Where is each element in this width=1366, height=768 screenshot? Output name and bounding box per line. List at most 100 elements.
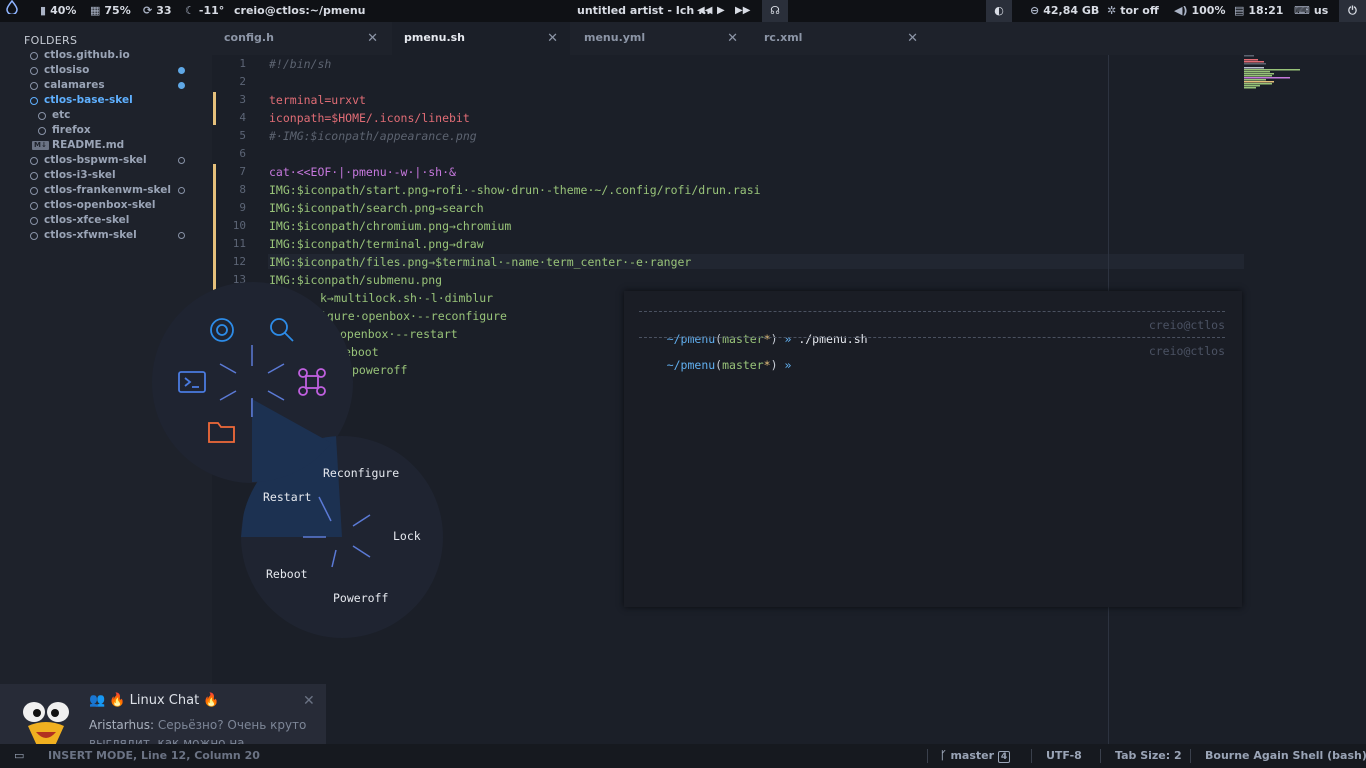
previous-track-icon[interactable]: ◀◀ xyxy=(697,0,712,22)
submenu-poweroff[interactable]: Poweroff xyxy=(333,591,388,605)
top-panel: ▮ 40% ▦ 75% ⟳ 33 ☾ -11° creio@ctlos:~/pmenu … xyxy=(0,0,1366,22)
sidebar-item-etc[interactable]: etc xyxy=(0,108,212,123)
calendar-icon: ▤ xyxy=(1234,4,1245,17)
syntax-mode[interactable]: Bourne Again Shell (bash) xyxy=(1205,749,1366,762)
submenu-reconfigure[interactable]: Reconfigure xyxy=(323,466,399,480)
submenu-reboot[interactable]: Reboot xyxy=(266,567,308,581)
status-separator xyxy=(1190,749,1191,763)
memory-indicator: ▦ 75% xyxy=(90,0,131,22)
sidebar-item-ctlos-base-skel[interactable]: ctlos-base-skel xyxy=(0,93,212,108)
sidebar-item-label: ctlos-base-skel xyxy=(44,94,133,106)
moon-icon: ☾ xyxy=(185,4,195,17)
markdown-icon: M↓ xyxy=(32,141,49,150)
close-icon[interactable]: ✕ xyxy=(303,693,315,709)
status-separator xyxy=(1031,749,1032,763)
disk-icon: ⊖ xyxy=(1030,4,1040,17)
folder-icon xyxy=(30,217,38,225)
sidebar-item-label: ctlosiso xyxy=(44,64,90,76)
sidebar-item-ctlos-i3-skel[interactable]: ctlos-i3-skel xyxy=(0,168,212,183)
clock: ▤ 18:21 xyxy=(1234,0,1283,22)
code-line[interactable]: #!/bin/sh xyxy=(269,57,331,71)
close-icon[interactable]: ✕ xyxy=(367,32,378,45)
sidebar-item-ctlosiso[interactable]: ctlosiso xyxy=(0,63,212,78)
window-title: creio@ctlos:~/pmenu xyxy=(234,4,366,17)
terminal-window[interactable]: ~/pmenu(master*) » ./pmenu.sh creio@ctlo… xyxy=(624,291,1242,607)
next-track-icon[interactable]: ▶▶ xyxy=(735,0,750,22)
theme-toggle-icon[interactable]: ◐ xyxy=(986,0,1012,22)
power-icon[interactable]: ⏻ xyxy=(1339,0,1366,22)
battery-icon: ▮ xyxy=(40,4,47,17)
submenu-restart[interactable]: Restart xyxy=(263,490,311,504)
tor-indicator[interactable]: ✲ tor off xyxy=(1107,0,1159,22)
sidebar-item-label: ctlos-xfce-skel xyxy=(44,214,130,226)
sidebar-item-ctlos-openbox-skel[interactable]: ctlos-openbox-skel xyxy=(0,198,212,213)
sidebar-item-ctlos-frankenwm-skel[interactable]: ctlos-frankenwm-skel xyxy=(0,183,212,198)
volume-indicator[interactable]: ◀) 100% xyxy=(1174,0,1225,22)
status-bar: ▭ INSERT MODE, Line 12, Column 20 ᚴ mast… xyxy=(0,744,1366,768)
close-icon[interactable]: ✕ xyxy=(547,32,558,45)
file-encoding[interactable]: UTF-8 xyxy=(1046,749,1082,762)
prompt-separator xyxy=(639,337,1225,338)
tab-size[interactable]: Tab Size: 2 xyxy=(1115,749,1182,762)
sidebar-item-ctlos-xfce-skel[interactable]: ctlos-xfce-skel xyxy=(0,213,212,228)
tab-bar: config.h ✕ pmenu.sh ✕ menu.yml ✕ rc.xml ✕ xyxy=(212,22,1366,55)
refresh-icon: ⟳ xyxy=(143,4,153,17)
terminal-line-2[interactable]: ~/pmenu(master*) » creio@ctlos xyxy=(639,344,1225,400)
code-line[interactable]: iconpath=$HOME/.icons/linebit xyxy=(269,111,470,125)
modified-dot-icon xyxy=(178,82,185,89)
sidebar-item-firefox[interactable]: firefox xyxy=(0,123,212,138)
notification-title: 👥 🔥 Linux Chat 🔥 xyxy=(89,693,220,708)
menu-drop-icon[interactable] xyxy=(6,0,18,22)
line-number: 10 xyxy=(232,219,246,232)
sidebar-item-label: firefox xyxy=(52,124,91,136)
tab-pmenu-sh[interactable]: pmenu.sh ✕ xyxy=(392,22,570,55)
code-line[interactable]: terminal=urxvt xyxy=(269,93,366,107)
close-icon[interactable]: ✕ xyxy=(907,32,918,45)
play-icon[interactable]: ▶ xyxy=(717,0,725,22)
submenu-lock[interactable]: Lock xyxy=(393,529,421,543)
sidebar-item-ctlos-github-io[interactable]: ctlos.github.io xyxy=(0,48,212,63)
chat-notification[interactable]: 👥 🔥 Linux Chat 🔥 Aristarhus: Серьёзно? О… xyxy=(0,684,326,750)
sidebar-item-readme-md[interactable]: M↓ README.md xyxy=(0,138,212,153)
panel-toggle-icon[interactable]: ▭ xyxy=(14,749,24,762)
sidebar-item-ctlos-xfwm-skel[interactable]: ctlos-xfwm-skel xyxy=(0,228,212,243)
sidebar-item-label: ctlos-i3-skel xyxy=(44,169,116,181)
memory-icon: ▦ xyxy=(90,4,101,17)
folder-icon xyxy=(30,157,38,165)
folder-icon xyxy=(30,172,38,180)
code-line[interactable]: IMG:$iconpath/files.png→$terminal·-name·… xyxy=(269,255,691,269)
minimap[interactable] xyxy=(1244,55,1304,95)
code-line[interactable]: #·IMG:$iconpath/appearance.png xyxy=(269,129,477,143)
line-number: 8 xyxy=(239,183,246,196)
git-branch[interactable]: ᚴ master 4 xyxy=(940,749,1011,763)
line-number: 11 xyxy=(232,237,246,250)
updates-indicator[interactable]: ⟳ 33 xyxy=(143,0,172,22)
line-number: 4 xyxy=(239,111,246,124)
code-line[interactable]: IMG:$iconpath/start.png→rofi·-show·drun·… xyxy=(269,183,761,197)
modified-dot-icon xyxy=(178,67,185,74)
tab-menu-yml[interactable]: menu.yml ✕ xyxy=(572,22,750,55)
code-line[interactable]: IMG:$iconpath/terminal.png→draw xyxy=(269,237,484,251)
pmenu-active-slice xyxy=(251,399,352,482)
tab-config-h[interactable]: config.h ✕ xyxy=(212,22,390,55)
folder-icon xyxy=(38,112,46,120)
code-line[interactable]: IMG:$iconpath/search.png→search xyxy=(269,201,484,215)
disk-indicator: ⊖ 42,84 GB xyxy=(1030,0,1099,22)
unsaved-ring-icon xyxy=(178,187,185,194)
keyboard-layout[interactable]: ⌨ us xyxy=(1294,0,1328,22)
folder-icon xyxy=(30,187,38,195)
line-number: 2 xyxy=(239,75,246,88)
media-title: untitled artist - Ich ... xyxy=(577,4,711,17)
sidebar-item-label: ctlos-bspwm-skel xyxy=(44,154,147,166)
editor-mode: INSERT MODE, Line 12, Column 20 xyxy=(48,749,260,762)
tab-rc-xml[interactable]: rc.xml ✕ xyxy=(752,22,930,55)
sidebar-item-label: ctlos.github.io xyxy=(44,49,130,61)
sidebar-item-ctlos-bspwm-skel[interactable]: ctlos-bspwm-skel xyxy=(0,153,212,168)
sidebar-item-calamares[interactable]: calamares xyxy=(0,78,212,93)
close-icon[interactable]: ✕ xyxy=(727,32,738,45)
code-line[interactable]: IMG:$iconpath/chromium.png→chromium xyxy=(269,219,511,233)
unsaved-ring-icon xyxy=(178,232,185,239)
tor-icon: ✲ xyxy=(1107,4,1117,17)
headphones-icon[interactable]: ☊ xyxy=(762,0,788,22)
code-line[interactable]: cat·<<EOF·|·pmenu·-w·|·sh·& xyxy=(269,165,456,179)
